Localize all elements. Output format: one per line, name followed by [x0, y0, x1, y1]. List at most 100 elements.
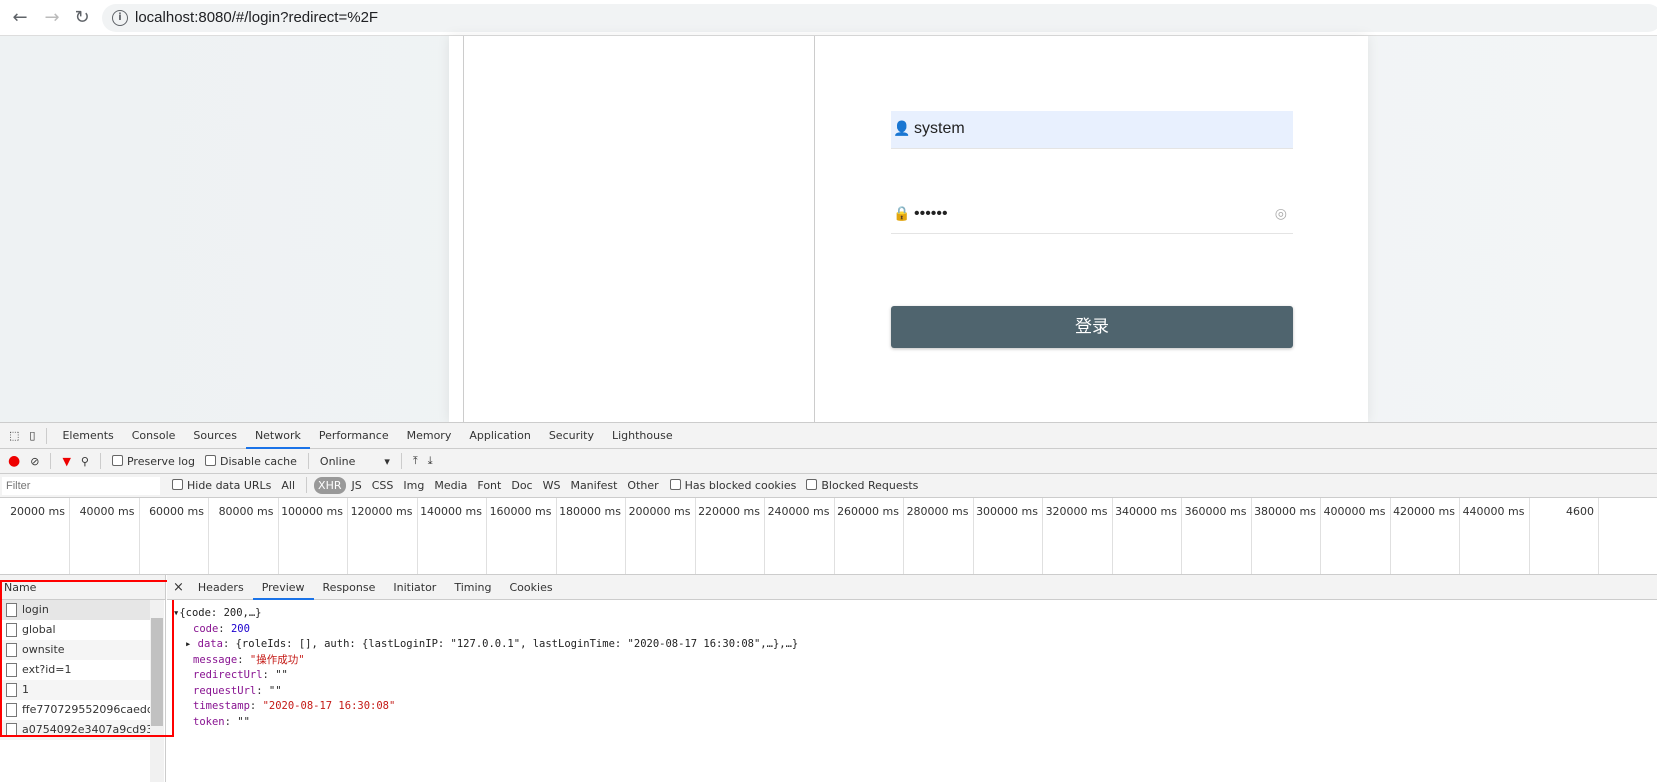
eye-hidden-icon[interactable]: ◎ [1275, 206, 1287, 222]
tab-network[interactable]: Network [245, 423, 310, 449]
detail-tab-timing[interactable]: Timing [445, 575, 500, 600]
detail-tabs: × Headers Preview Response Initiator Timing C… [167, 575, 1657, 600]
inspect-element-icon[interactable]: ⬚ [9, 429, 19, 442]
timeline-tick-label: 400000 ms [1321, 498, 1391, 574]
filter-type-css[interactable]: CSS [368, 477, 398, 494]
detail-tab-cookies[interactable]: Cookies [501, 575, 562, 600]
scrollbar-thumb[interactable] [151, 618, 163, 726]
filter-input[interactable] [2, 476, 160, 495]
import-har-icon[interactable]: ⤒ [413, 454, 418, 468]
preview-request-url: requestUrl: "" [193, 684, 282, 697]
devtools-tabbar: ⬚ ▯ Elements Console Sources Network Perform… [0, 423, 1657, 449]
has-blocked-cookies-checkbox[interactable]: Has blocked cookies [669, 479, 796, 492]
clear-icon[interactable]: ⊘ [30, 455, 39, 468]
tab-lighthouse[interactable]: Lighthouse [603, 423, 682, 449]
document-icon [6, 663, 17, 677]
info-icon[interactable]: i [112, 10, 128, 26]
tab-memory[interactable]: Memory [398, 423, 461, 449]
filter-type-other[interactable]: Other [623, 477, 662, 494]
timeline-tick-label: 360000 ms [1182, 498, 1252, 574]
network-overview-timeline[interactable]: 20000 ms 40000 ms 60000 ms 80000 ms 100000 m… [0, 498, 1657, 575]
json-preview: ▾{code: 200,…} code: 200 ▸ data: {roleId… [167, 600, 1657, 730]
filter-type-manifest[interactable]: Manifest [566, 477, 621, 494]
disable-cache-checkbox[interactable]: Disable cache [205, 454, 297, 468]
timeline-tick-label: 340000 ms [1112, 498, 1182, 574]
filter-type-ws[interactable]: WS [539, 477, 565, 494]
request-name: ext?id=1 [22, 663, 72, 676]
request-name: ownsite [22, 643, 65, 656]
request-row[interactable]: global [0, 620, 150, 640]
forward-button[interactable]: → [40, 6, 64, 30]
blocked-requests-checkbox[interactable]: Blocked Requests [806, 479, 918, 492]
detail-tab-initiator[interactable]: Initiator [384, 575, 445, 600]
timeline-tick-label: 280000 ms [904, 498, 974, 574]
detail-tab-preview[interactable]: Preview [252, 575, 314, 600]
hide-data-urls-checkbox[interactable]: Hide data URLs [172, 479, 271, 492]
request-name: global [22, 623, 56, 636]
request-row[interactable]: 1 [0, 680, 150, 700]
record-icon[interactable]: ● [8, 453, 20, 469]
tab-elements[interactable]: Elements [53, 423, 122, 449]
username-field[interactable]: 👤 system [891, 111, 1293, 149]
login-card: 👤 system 🔒 •••••• ◎ 登录 [449, 36, 1368, 422]
search-icon[interactable]: ⚲ [81, 455, 89, 468]
back-button[interactable]: ← [8, 6, 32, 30]
filter-type-media[interactable]: Media [430, 477, 471, 494]
timeline-tick-label: 200000 ms [626, 498, 696, 574]
request-row[interactable]: login [0, 600, 150, 620]
throttle-select[interactable]: Online ▾ [320, 455, 390, 468]
request-row[interactable]: ownsite [0, 640, 150, 660]
document-icon [6, 643, 17, 657]
filter-type-font[interactable]: Font [473, 477, 505, 494]
filter-type-img[interactable]: Img [399, 477, 428, 494]
tab-security[interactable]: Security [540, 423, 603, 449]
filter-type-all[interactable]: All [277, 477, 299, 494]
tab-application[interactable]: Application [460, 423, 539, 449]
device-toolbar-icon[interactable]: ▯ [29, 429, 35, 442]
request-detail: × Headers Preview Response Initiator Timing C… [167, 575, 1657, 782]
preview-code: code: 200 [193, 622, 250, 635]
filter-type-xhr[interactable]: XHR [314, 477, 346, 494]
reload-button[interactable]: ↻ [70, 6, 94, 30]
close-icon[interactable]: × [173, 580, 184, 595]
timeline-tick-label: 420000 ms [1390, 498, 1460, 574]
request-list-scrollbar[interactable] [150, 600, 164, 782]
timeline-tick-label: 320000 ms [1043, 498, 1113, 574]
export-har-icon[interactable]: ⤓ [428, 454, 433, 468]
detail-tab-response[interactable]: Response [314, 575, 385, 600]
lock-icon: 🔒 [893, 206, 911, 222]
request-row[interactable]: a0754092e3407a9cd934.. [0, 720, 150, 740]
page-viewport: 👤 system 🔒 •••••• ◎ 登录 [0, 36, 1657, 422]
request-name: 1 [22, 683, 29, 696]
tab-console[interactable]: Console [123, 423, 185, 449]
timeline-tick-label: 4600 [1529, 498, 1599, 574]
address-bar[interactable]: i localhost:8080/#/login?redirect=%2F [102, 4, 1657, 32]
detail-tab-headers[interactable]: Headers [189, 575, 253, 600]
name-column-header[interactable]: Name [0, 575, 165, 600]
timeline-tick-label: 240000 ms [765, 498, 835, 574]
login-left-panel [463, 36, 815, 422]
timeline-tick-label: 120000 ms [348, 498, 418, 574]
timeline-tick-label: 20000 ms [0, 498, 70, 574]
network-toolbar: ● ⊘ ▼ ⚲ Preserve log Disable cache Onlin… [0, 449, 1657, 474]
divider [306, 477, 308, 493]
request-row[interactable]: ffe770729552096caedd.h [0, 700, 150, 720]
request-row[interactable]: ext?id=1 [0, 660, 150, 680]
preview-redirect-url: redirectUrl: "" [193, 669, 288, 681]
tab-performance[interactable]: Performance [310, 423, 398, 449]
preview-root[interactable]: ▾{code: 200,…} [173, 606, 1657, 622]
filter-type-js[interactable]: JS [348, 477, 366, 494]
preserve-log-checkbox[interactable]: Preserve log [111, 454, 195, 468]
tab-sources[interactable]: Sources [184, 423, 246, 449]
login-button[interactable]: 登录 [891, 306, 1293, 348]
filter-icon[interactable]: ▼ [62, 455, 70, 468]
preview-data[interactable]: ▸ data: {roleIds: [], auth: {lastLoginIP… [173, 637, 1657, 653]
divider [46, 427, 48, 444]
timeline-tick-label: 220000 ms [695, 498, 765, 574]
devtools-panel: ⬚ ▯ Elements Console Sources Network Perform… [0, 422, 1657, 782]
password-field[interactable]: 🔒 •••••• ◎ [891, 196, 1293, 234]
url-text: localhost:8080/#/login?redirect=%2F [135, 9, 379, 26]
filter-type-doc[interactable]: Doc [507, 477, 536, 494]
user-icon: 👤 [893, 121, 911, 137]
request-name: a0754092e3407a9cd934.. [22, 723, 150, 736]
